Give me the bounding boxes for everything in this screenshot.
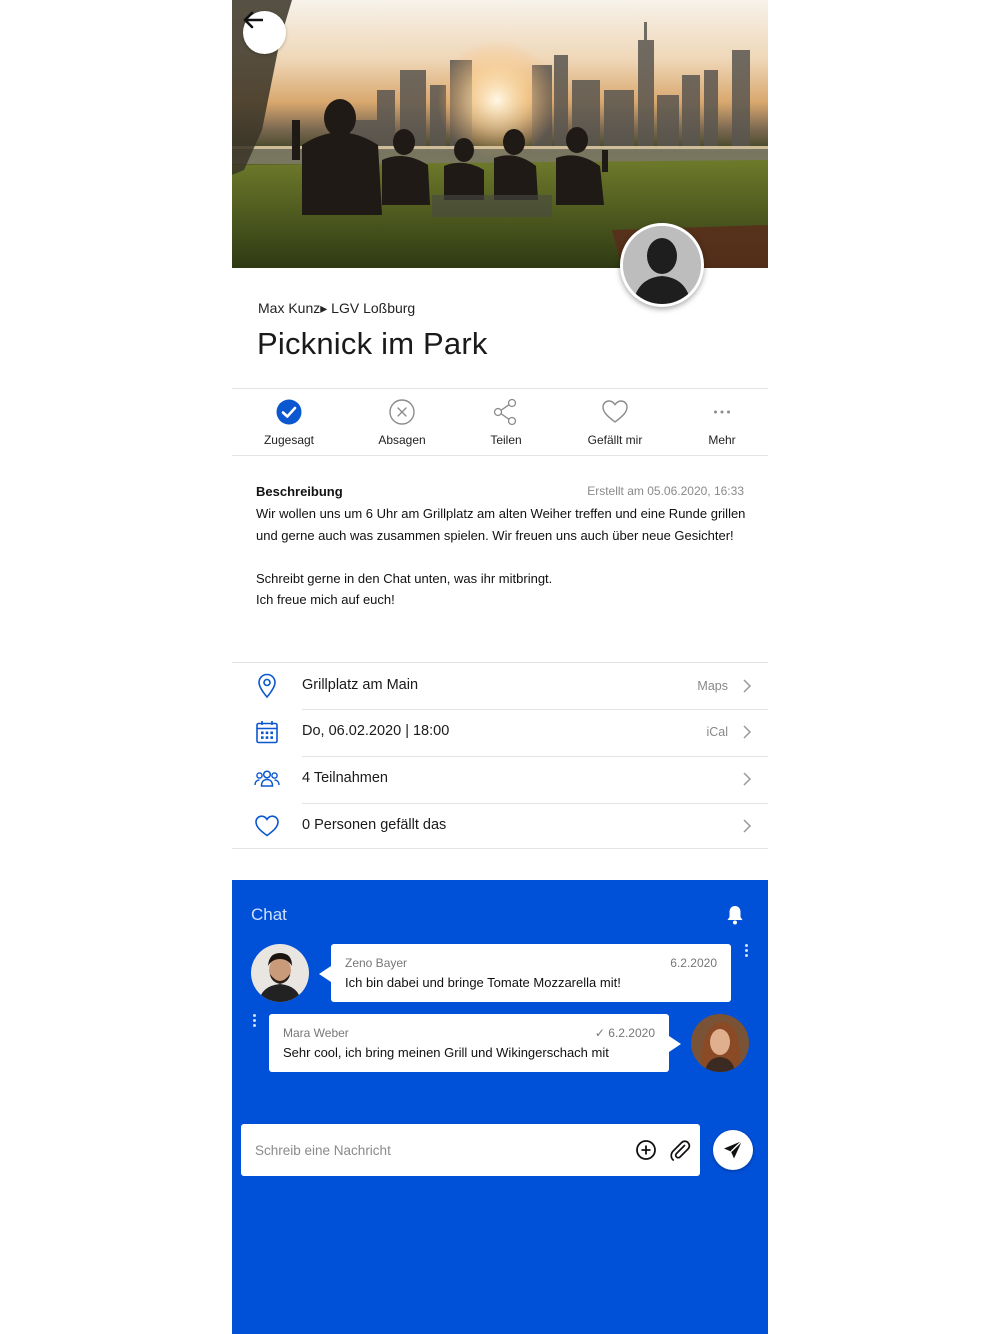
description-heading: Beschreibung xyxy=(256,484,343,499)
row-divider xyxy=(302,803,768,804)
message-options-icon[interactable] xyxy=(251,1014,257,1030)
message-text: Ich bin dabei und bringe Tomate Mozzarel… xyxy=(345,975,621,990)
ical-link[interactable]: iCal xyxy=(706,725,728,739)
more-label: Mehr xyxy=(708,433,736,447)
location-pin-icon xyxy=(258,673,276,699)
decline-label: Absagen xyxy=(378,433,426,447)
share-button[interactable]: Teilen xyxy=(456,389,556,457)
chevron-right-icon xyxy=(743,725,752,739)
info-row-likes[interactable]: 0 Personen gefällt das xyxy=(232,803,768,850)
screen: Max Kunz▸ LGV Loßburg Picknick im Park Z… xyxy=(232,0,768,1334)
group-icon xyxy=(254,770,280,787)
event-title: Picknick im Park xyxy=(257,326,488,361)
info-row-participants[interactable]: 4 Teilnahmen xyxy=(232,756,768,803)
more-icon xyxy=(714,410,730,414)
message-options-icon[interactable] xyxy=(743,944,749,960)
avatar-zeno[interactable] xyxy=(251,944,309,1002)
event-cover-image xyxy=(232,0,768,268)
share-icon xyxy=(493,398,517,426)
like-button[interactable]: Gefällt mir xyxy=(565,389,665,457)
message-time: ✓ 6.2.2020 xyxy=(594,1026,655,1040)
message-input[interactable] xyxy=(255,1136,615,1164)
message-bubble[interactable]: Mara Weber ✓ 6.2.2020 Sehr cool, ich bri… xyxy=(269,1014,681,1072)
message-bubble[interactable]: Zeno Bayer 6.2.2020 Ich bin dabei und br… xyxy=(319,944,731,1002)
maps-link[interactable]: Maps xyxy=(697,679,728,693)
message-composer xyxy=(241,1124,700,1176)
decline-button[interactable]: Absagen xyxy=(352,389,452,457)
chevron-right-icon xyxy=(743,679,752,693)
list-divider xyxy=(232,848,768,849)
send-icon xyxy=(724,1140,743,1159)
description-text: Wir wollen uns um 6 Uhr am Grillplatz am… xyxy=(256,506,746,607)
bell-icon[interactable] xyxy=(724,904,746,926)
breadcrumb[interactable]: Max Kunz▸ LGV Loßburg xyxy=(258,300,415,317)
info-list: Grillplatz am Main Maps Do, 06.02.2020 |… xyxy=(232,662,768,850)
paperclip-icon[interactable] xyxy=(669,1139,691,1161)
action-bar: Zugesagt Absagen Teilen Gefällt mir Mehr xyxy=(232,388,768,456)
participants-text: 4 Teilnahmen xyxy=(302,770,388,786)
chat-title: Chat xyxy=(251,905,287,924)
heart-icon xyxy=(602,400,628,423)
chevron-right-icon xyxy=(743,772,752,786)
send-button[interactable] xyxy=(713,1130,753,1170)
back-button[interactable] xyxy=(243,11,286,54)
date-text: Do, 06.02.2020 | 18:00 xyxy=(302,723,450,739)
created-date: Erstellt am 05.06.2020, 16:33 xyxy=(587,484,744,498)
message-sender: Mara Weber xyxy=(283,1026,349,1040)
chevron-right-icon xyxy=(743,819,752,833)
message-sender: Zeno Bayer xyxy=(345,956,408,970)
likes-text: 0 Personen gefällt das xyxy=(302,817,447,833)
row-divider xyxy=(302,709,768,710)
organizer-avatar[interactable] xyxy=(620,223,704,307)
check-circle-icon xyxy=(276,399,302,425)
bubble-tail xyxy=(319,966,331,982)
event-card: Max Kunz▸ LGV Loßburg Picknick im Park Z… xyxy=(232,268,768,880)
chat-section: Chat Zeno Bayer 6.2.2020 Ich bin dabei u… xyxy=(232,880,768,1334)
calendar-icon xyxy=(256,721,278,744)
like-label: Gefällt mir xyxy=(587,433,643,447)
arrow-left-icon xyxy=(243,11,263,29)
add-circle-icon[interactable] xyxy=(635,1139,657,1161)
message-time: 6.2.2020 xyxy=(670,956,717,970)
accept-button[interactable]: Zugesagt xyxy=(239,389,339,457)
message-text: Sehr cool, ich bring meinen Grill und Wi… xyxy=(283,1045,609,1060)
bubble-tail xyxy=(669,1036,681,1052)
location-text: Grillplatz am Main xyxy=(302,677,419,693)
avatar-mara[interactable] xyxy=(691,1014,749,1072)
x-circle-icon xyxy=(389,399,415,425)
info-row-date[interactable]: Do, 06.02.2020 | 18:00 iCal xyxy=(232,709,768,756)
info-row-location[interactable]: Grillplatz am Main Maps xyxy=(232,662,768,709)
heart-outline-icon xyxy=(255,815,279,837)
more-button[interactable]: Mehr xyxy=(672,389,768,457)
accept-label: Zugesagt xyxy=(263,433,315,447)
row-divider xyxy=(302,756,768,757)
share-label: Teilen xyxy=(490,433,522,447)
